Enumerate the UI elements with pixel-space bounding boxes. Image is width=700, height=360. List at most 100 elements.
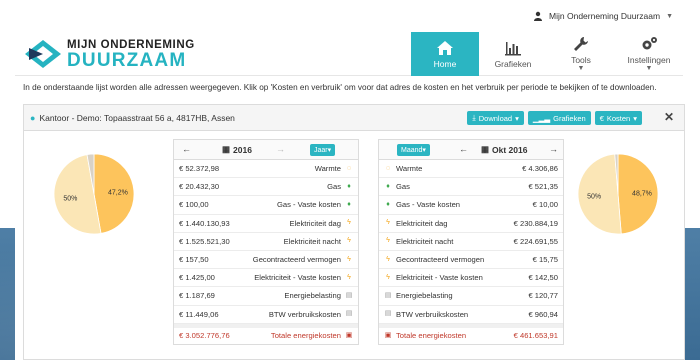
table-row: ϟ Elektriciteit nacht € 224.691,55 [379,233,563,251]
cost-label-group: ϟ Elektriciteit - Vaste kosten [384,273,483,282]
close-icon[interactable]: ✕ [664,110,674,124]
gas-icon: ♦ [347,200,351,208]
user-menu[interactable]: Mijn Onderneming Duurzaam ▼ [533,11,673,21]
total-row: ▣ Totale energiekosten € 461.653,91 [379,323,563,344]
pie-label: 50% [63,196,77,203]
charts-button[interactable]: ▁▂▃ Grafieken [527,111,591,125]
table-row: € 1.187,69 Energiebelasting ▤ [174,287,358,306]
cost-label: Elektriciteit - Vaste kosten [396,273,483,283]
period-year[interactable]: ▦ 2016 [222,144,252,155]
cost-label: Gas - Vaste kosten [276,200,341,210]
cost-label: Gas [327,182,341,192]
bolt-icon: ϟ [386,273,390,281]
main-nav: Home Grafieken Tools ▼ Instellingen ▼ [411,32,683,76]
costs-label: Kosten [606,113,631,123]
cost-label-group: ▣ Totale energiekosten [384,331,466,340]
logo-mark-icon [25,40,61,68]
nav-tools[interactable]: Tools ▼ [547,32,615,76]
table-row: ♦ Gas - Vaste kosten € 10,00 [379,196,563,215]
period-year-label: 2016 [233,144,252,155]
table-row: € 1.440.130,93 Elektriciteit dag ϟ [174,215,358,233]
building-icon: ▤ [345,291,353,299]
nav-instellingen-label: Instellingen [627,55,671,65]
user-icon [534,11,543,21]
nav-home-label: Home [433,58,457,69]
cost-label-group: ♦ Gas [384,182,410,191]
document-icon[interactable]: ▣ [345,332,353,340]
cost-label-group: ▤ Energiebelasting [384,291,453,300]
address-panel: ● Kantoor - Demo: Topaasstraat 56 a, 481… [23,104,685,360]
nav-home[interactable]: Home [411,32,479,76]
gas-icon: ♦ [386,182,390,190]
charts-label: Grafieken [553,113,586,123]
cost-value: € 1.425,00 [179,273,215,283]
home-icon [437,40,453,55]
cost-label-group: Elektriciteit - Vaste kosten ϟ [254,273,353,282]
pie-label: 48,7% [632,191,652,198]
table-row: ▤ BTW verbruikskosten € 960,94 [379,306,563,324]
period-month[interactable]: ▦ Okt 2016 [481,144,527,155]
cost-label: Elektriciteit nacht [396,236,454,246]
bolt-icon: ϟ [347,237,351,245]
cost-label: Totale energiekosten [396,331,467,341]
table-row: ♦ Gas € 521,35 [379,178,563,197]
nav-grafieken[interactable]: Grafieken [479,32,547,76]
table-row: € 100,00 Gas - Vaste kosten ♦ [174,196,358,215]
cost-value: € 120,77 [528,291,558,301]
bolt-icon: ϟ [386,255,390,263]
intro-text: In de onderstaande lijst worden alle adr… [23,83,657,92]
euro-icon: € [599,113,604,123]
cost-label-group: ϟ Gecontracteerd vermogen [384,255,484,264]
cost-label-group: Gas - Vaste kosten ♦ [277,200,353,209]
cost-value: € 461.653,91 [513,331,558,341]
cost-value: € 157,50 [179,255,209,265]
prev-arrow-icon[interactable]: ← [182,144,191,154]
costs-button[interactable]: € Kosten ▾ [594,111,642,125]
gas-icon: ♦ [386,200,390,208]
cost-label-group: Warmte ◌ [315,164,353,173]
mode-jaar-label: Jaar [314,146,328,154]
logo-text-bottom: DUURZAAM [67,50,187,71]
cost-label: Energiebelasting [284,291,341,301]
download-button[interactable]: ⤓ Download ▾ [467,111,524,125]
cost-label-group: ϟ Elektriciteit dag [384,218,448,228]
cost-label: BTW verbruikskosten [268,309,341,319]
map-pin-icon: ● [30,113,36,123]
cost-value: € 3.052.776,76 [179,331,230,341]
chevron-down-icon: ▼ [577,65,585,72]
cost-value: € 521,35 [528,182,558,192]
top-bar: Mijn Onderneming Duurzaam ▼ [15,0,683,32]
cost-value: € 230.884,19 [513,218,558,228]
table-row: ◌ Warmte € 4.306,86 [379,160,563,179]
page: Mijn Onderneming Duurzaam ▼ MIJN ONDERNE… [15,0,685,360]
cost-value: € 52.372,98 [179,164,220,174]
next-arrow-icon[interactable]: → [276,144,285,154]
location: ● Kantoor - Demo: Topaasstraat 56 a, 481… [30,113,235,123]
chevron-down-icon: ▾ [633,113,637,123]
document-icon[interactable]: ▣ [384,332,392,340]
cost-label: Elektriciteit - Vaste kosten [254,273,341,283]
cost-label: Elektriciteit dag [396,218,448,228]
chevron-down-icon: ▼ [645,65,653,72]
bolt-icon: ϟ [386,237,390,245]
logo[interactable]: MIJN ONDERNEMING DUURZAAM [23,37,198,71]
cost-label: Totale energiekosten [270,331,341,341]
cost-label: Gecontracteerd vermogen [252,255,341,265]
nav-instellingen[interactable]: Instellingen ▼ [615,32,683,76]
rows-left: € 52.372,98 Warmte ◌ € 20.432,30 Gas ♦ € 100,0… [174,160,358,344]
pie-label: 47,2% [108,189,128,196]
table-row: ϟ Gecontracteerd vermogen € 15,75 [379,251,563,270]
mode-jaar-button[interactable]: Jaar ▾ [310,144,336,156]
prev-arrow-icon[interactable]: ← [459,144,468,154]
cost-value: € 960,94 [528,309,558,319]
cost-label: Warmte [314,164,341,174]
building-icon: ▤ [384,310,392,318]
next-arrow-icon[interactable]: → [549,144,558,154]
cost-label-group: Energiebelasting ▤ [284,291,353,300]
table-row: ϟ Elektriciteit dag € 230.884,19 [379,215,563,233]
gas-icon: ♦ [347,182,351,190]
cost-label-group: ▤ BTW verbruikskosten [384,310,468,319]
mode-maand-button[interactable]: Maand ▾ [397,144,430,156]
table-row: € 20.432,30 Gas ♦ [174,178,358,197]
cost-label-group: Gas ♦ [327,182,353,191]
